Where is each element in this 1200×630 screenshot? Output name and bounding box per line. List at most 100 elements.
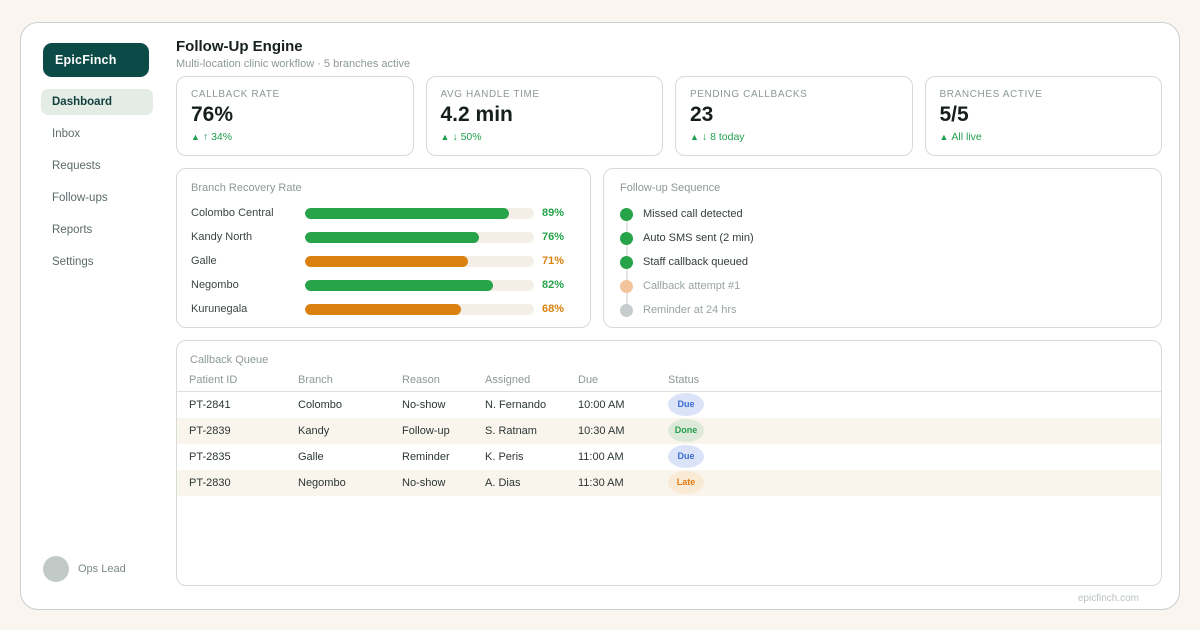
cell-patient-id: PT-2839 (177, 418, 298, 444)
step-label: Callback attempt #1 (643, 280, 740, 292)
table-row-pt-2839[interactable]: PT-2839KandyFollow-upS. Ratnam10:30 AMDo… (177, 418, 1161, 444)
cell-status: Done (668, 418, 1161, 444)
table-row-pt-2835[interactable]: PT-2835GalleReminderK. Peris11:00 AMDue (177, 444, 1161, 470)
main-content: Follow-Up Engine Multi-location clinic w… (176, 39, 1162, 586)
cell-branch: Galle (298, 444, 402, 470)
sidebar-nav: Dashboard Inbox Requests Follow-ups Reports S… (41, 89, 153, 275)
column-header-reason: Reason (402, 372, 485, 392)
table-row-pt-2830[interactable]: PT-2830NegomboNo-showA. Dias11:30 AMLate (177, 470, 1161, 496)
footer-link[interactable]: epicfinch.com (1078, 593, 1139, 604)
bar-label: Kurunegala (191, 303, 305, 315)
cell-branch: Kandy (298, 418, 402, 444)
callback-queue-panel: Callback Queue Patient IDBranchReasonAss… (176, 340, 1162, 586)
bar-value: 76% (542, 231, 576, 243)
bar-track (305, 304, 534, 315)
kpi-card-avg-handle-time: AVG HANDLE TIME4.2 min▲↓ 50% (426, 76, 664, 156)
status-badge: Late (668, 471, 704, 494)
panel-title: Callback Queue (177, 354, 1161, 366)
step-pending-dot-icon (620, 304, 633, 317)
sidebar: EpicFinch Dashboard Inbox Requests Follow-u… (41, 43, 153, 591)
bar-fill (305, 256, 468, 267)
cell-branch: Colombo (298, 392, 402, 418)
cell-assigned: K. Peris (485, 444, 578, 470)
column-header-due: Due (578, 372, 668, 392)
kpi-delta: ▲↓ 50% (441, 131, 649, 143)
kpi-value: 5/5 (940, 103, 1148, 127)
trend-up-icon: ▲ (441, 132, 450, 142)
branch-recovery-panel: Branch Recovery Rate Colombo Central89%K… (176, 168, 591, 328)
bar-label: Galle (191, 255, 305, 267)
kpi-value: 23 (690, 103, 898, 127)
bar-row-kandy-north: Kandy North 76% (191, 225, 576, 249)
sequence-step-3: Staff callback queued (620, 250, 1145, 274)
bar-row-negombo: Negombo 82% (191, 273, 576, 297)
status-badge: Due (668, 445, 704, 468)
kpi-delta-text: ↓ 8 today (702, 131, 745, 143)
step-done-dot-icon (620, 232, 633, 245)
column-header-branch: Branch (298, 372, 402, 392)
user-name: Ops Lead (78, 563, 126, 575)
avatar (43, 556, 69, 582)
cell-due: 11:00 AM (578, 444, 668, 470)
bar-fill (305, 304, 461, 315)
bar-fill (305, 208, 509, 219)
cell-assigned: A. Dias (485, 470, 578, 496)
bar-label: Kandy North (191, 231, 305, 243)
cell-branch: Negombo (298, 470, 402, 496)
kpi-label: PENDING CALLBACKS (690, 89, 898, 100)
cell-reason: No-show (402, 470, 485, 496)
column-header-status: Status (668, 372, 1161, 392)
kpi-row: CALLBACK RATE76%▲↑ 34%AVG HANDLE TIME4.2… (176, 76, 1162, 156)
sidebar-item-label: Requests (52, 160, 101, 172)
bar-row-galle: Galle 71% (191, 249, 576, 273)
table-row-pt-2841[interactable]: PT-2841ColomboNo-showN. Fernando10:00 AM… (177, 392, 1161, 418)
cell-due: 10:30 AM (578, 418, 668, 444)
sequence-steps: Missed call detectedAuto SMS sent (2 min… (620, 202, 1145, 322)
kpi-delta-text: ↓ 50% (452, 131, 481, 143)
kpi-label: CALLBACK RATE (191, 89, 399, 100)
kpi-delta: ▲↑ 34% (191, 131, 399, 143)
cell-patient-id: PT-2830 (177, 470, 298, 496)
sidebar-item-inbox[interactable]: Inbox (41, 121, 153, 147)
bar-track (305, 280, 534, 291)
bar-value: 89% (542, 207, 576, 219)
sequence-step-5: Reminder at 24 hrs (620, 298, 1145, 322)
cell-patient-id: PT-2841 (177, 392, 298, 418)
step-label: Staff callback queued (643, 256, 748, 268)
bar-fill (305, 232, 479, 243)
bar-track (305, 208, 534, 219)
cell-assigned: S. Ratnam (485, 418, 578, 444)
bar-fill (305, 280, 493, 291)
kpi-delta: ▲↓ 8 today (690, 131, 898, 143)
sidebar-item-reports[interactable]: Reports (41, 217, 153, 243)
bar-value: 71% (542, 255, 576, 267)
bar-chart: Colombo Central 89% Kandy North 76% Galle 71%… (191, 201, 576, 321)
column-header-assigned: Assigned (485, 372, 578, 392)
sidebar-item-follow-ups[interactable]: Follow-ups (41, 185, 153, 211)
sidebar-item-label: Reports (52, 224, 92, 236)
kpi-delta-text: All live (951, 131, 981, 143)
cell-reason: Follow-up (402, 418, 485, 444)
kpi-value: 4.2 min (441, 103, 649, 127)
step-done-dot-icon (620, 256, 633, 269)
cell-due: 10:00 AM (578, 392, 668, 418)
sidebar-item-label: Settings (52, 256, 94, 268)
user-chip[interactable]: Ops Lead (43, 556, 126, 582)
epicfinch-logo: EpicFinch (43, 43, 149, 77)
bar-label: Colombo Central (191, 207, 305, 219)
sidebar-item-requests[interactable]: Requests (41, 153, 153, 179)
step-label: Missed call detected (643, 208, 743, 220)
sequence-step-1: Missed call detected (620, 202, 1145, 226)
sidebar-item-settings[interactable]: Settings (41, 249, 153, 275)
kpi-card-pending-callbacks: PENDING CALLBACKS 23 ▲↓ 8 today (675, 76, 913, 156)
panel-title: Follow-up Sequence (620, 182, 1145, 194)
bar-value: 82% (542, 279, 576, 291)
trend-up-icon: ▲ (940, 132, 949, 142)
cell-due: 11:30 AM (578, 470, 668, 496)
queue-table: Patient IDBranchReasonAssignedDueStatus … (177, 372, 1161, 496)
cell-reason: Reminder (402, 444, 485, 470)
followup-sequence-panel: Follow-up Sequence Missed call detectedA… (603, 168, 1162, 328)
sidebar-item-dashboard[interactable]: Dashboard (41, 89, 153, 115)
bar-label: Negombo (191, 279, 305, 291)
trend-up-icon: ▲ (191, 132, 200, 142)
